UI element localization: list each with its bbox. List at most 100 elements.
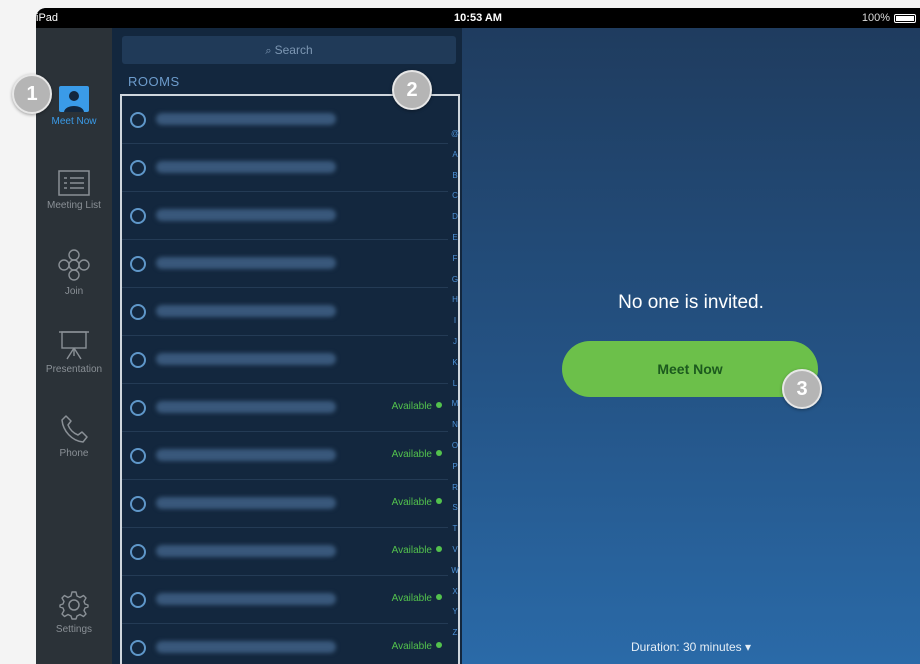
index-letter[interactable]: I [450, 311, 460, 332]
index-letter[interactable]: R [450, 478, 460, 499]
radio-button[interactable] [130, 160, 146, 176]
index-letter[interactable]: A [450, 145, 460, 166]
phone-icon [61, 415, 88, 443]
available-dot-icon [436, 450, 442, 456]
gear-icon [59, 591, 89, 620]
empty-invite-message: No one is invited. [618, 292, 764, 313]
radio-button[interactable] [130, 496, 146, 512]
radio-button[interactable] [130, 304, 146, 320]
status-text: Available [391, 593, 432, 604]
index-letter[interactable]: L [450, 374, 460, 395]
index-letter[interactable]: E [450, 228, 460, 249]
room-row[interactable]: Available [122, 480, 448, 528]
nav-presentation[interactable]: Presentation [36, 330, 112, 375]
radio-button[interactable] [130, 256, 146, 272]
battery-percent: 100% [861, 12, 890, 24]
room-row[interactable] [122, 240, 448, 288]
search-icon: ⌕ [265, 45, 275, 57]
index-letter[interactable]: V [450, 540, 460, 561]
room-name [156, 593, 336, 605]
room-row[interactable] [122, 336, 448, 384]
index-letter[interactable]: Z [450, 623, 460, 644]
room-name [156, 545, 336, 557]
index-letter[interactable]: O [450, 436, 460, 457]
callout-badge-1: 1 [12, 74, 52, 114]
search-field[interactable]: ⌕ Search [122, 36, 456, 64]
index-letter[interactable]: M [450, 394, 460, 415]
available-dot-icon [436, 642, 442, 648]
room-status: Available [392, 449, 442, 460]
join-icon [58, 249, 90, 281]
nav-meeting-list[interactable]: Meeting List [36, 170, 112, 211]
room-status: Available [392, 401, 442, 412]
rooms-list: Available Available Available Available [120, 94, 460, 664]
room-name [156, 353, 336, 365]
nav-label: Phone [59, 448, 89, 459]
presentation-icon [59, 331, 89, 360]
room-name [156, 641, 336, 653]
radio-button[interactable] [130, 208, 146, 224]
person-icon [59, 86, 89, 112]
radio-button[interactable] [130, 352, 146, 368]
room-status: Available [392, 593, 442, 604]
callout-badge-3: 3 [782, 369, 822, 409]
room-status: Available [392, 545, 442, 556]
room-row[interactable] [122, 192, 448, 240]
nav-label: Presentation [45, 364, 103, 375]
available-dot-icon [436, 546, 442, 552]
nav-join[interactable]: Join [36, 248, 112, 297]
available-dot-icon [436, 594, 442, 600]
meet-now-button[interactable]: Meet Now [562, 341, 818, 397]
duration-selector[interactable]: Duration: 30 minutes ▾ [462, 640, 920, 654]
room-row[interactable] [122, 288, 448, 336]
room-name [156, 449, 336, 461]
index-letter[interactable]: X [450, 582, 460, 603]
nav-phone[interactable]: Phone [36, 414, 112, 459]
index-letter[interactable]: H [450, 290, 460, 311]
index-letter[interactable]: G [450, 270, 460, 291]
nav-label: Join [64, 286, 84, 297]
index-letter[interactable]: T [450, 519, 460, 540]
main-panel: No one is invited. Meet Now Duration: 30… [462, 28, 920, 664]
room-row[interactable] [122, 144, 448, 192]
room-row[interactable]: Available [122, 384, 448, 432]
alphabet-index[interactable]: @ A B C D E F G H I J K L M N O P R S T V W X Y Z [450, 124, 460, 644]
index-letter[interactable]: @ [450, 124, 460, 145]
ipad-screen: iPad 10:53 AM 100% Meet Now Meeting List… [36, 8, 920, 664]
callout-badge-2: 2 [392, 70, 432, 110]
index-letter[interactable]: W [450, 561, 460, 582]
radio-button[interactable] [130, 592, 146, 608]
nav-label: Meet Now [51, 116, 97, 127]
nav-label: Settings [55, 624, 93, 635]
radio-button[interactable] [130, 544, 146, 560]
room-row[interactable]: Available [122, 432, 448, 480]
index-letter[interactable]: Y [450, 602, 460, 623]
index-letter[interactable]: S [450, 498, 460, 519]
room-status: Available [392, 641, 442, 652]
status-text: Available [391, 545, 432, 556]
index-letter[interactable]: P [450, 457, 460, 478]
rooms-header: ROOMS [128, 74, 180, 89]
room-row[interactable]: Available [122, 624, 448, 664]
search-placeholder: Search [274, 43, 313, 57]
index-letter[interactable]: K [450, 353, 460, 374]
rooms-panel: ⌕ Search ROOMS Available Available Avail… [112, 28, 462, 664]
index-letter[interactable]: F [450, 249, 460, 270]
room-row[interactable]: Available [122, 576, 448, 624]
nav-settings[interactable]: Settings [36, 590, 112, 635]
radio-button[interactable] [130, 400, 146, 416]
index-letter[interactable]: J [450, 332, 460, 353]
room-row[interactable]: Available [122, 528, 448, 576]
radio-button[interactable] [130, 640, 146, 656]
radio-button[interactable] [130, 112, 146, 128]
radio-button[interactable] [130, 448, 146, 464]
clock: 10:53 AM [454, 12, 502, 24]
index-letter[interactable]: C [450, 186, 460, 207]
status-text: Available [391, 641, 432, 652]
battery-icon [894, 14, 916, 23]
index-letter[interactable]: B [450, 166, 460, 187]
room-name [156, 497, 336, 509]
room-name [156, 305, 336, 317]
index-letter[interactable]: D [450, 207, 460, 228]
index-letter[interactable]: N [450, 415, 460, 436]
